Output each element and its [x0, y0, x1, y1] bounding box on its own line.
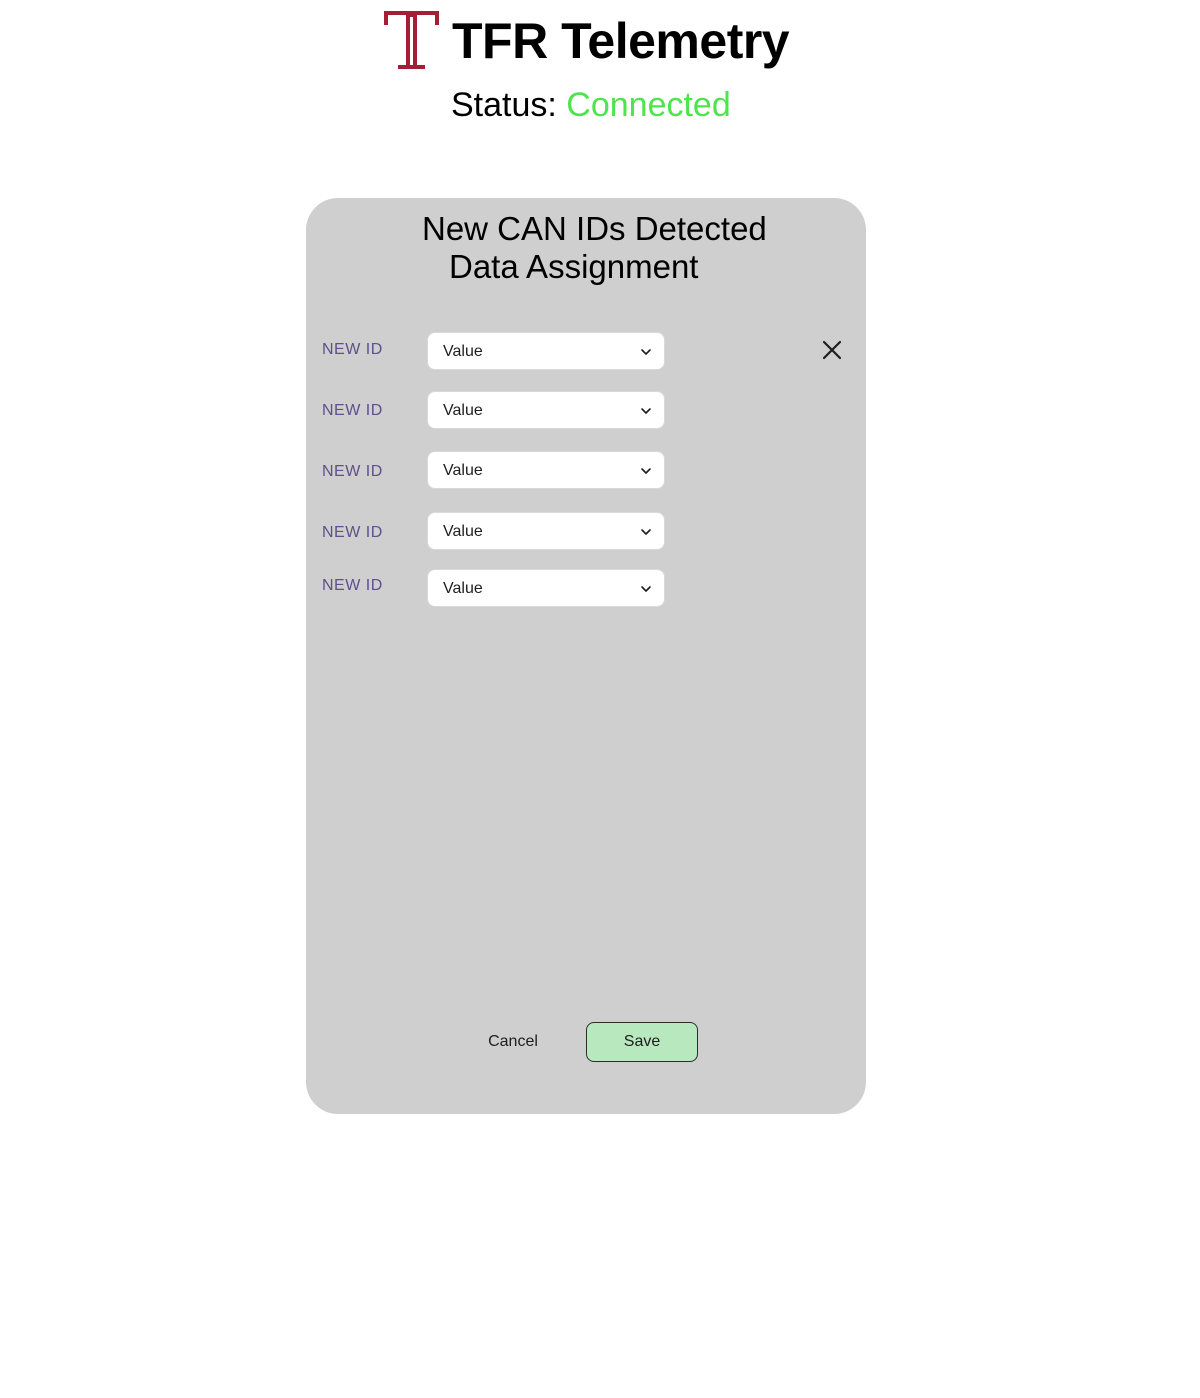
- app-title: TFR Telemetry: [452, 13, 790, 69]
- chevron-down-icon: [641, 408, 651, 414]
- status-label: Status:: [451, 86, 557, 124]
- id-row: NEW ID Value: [306, 391, 866, 431]
- value-select[interactable]: Value: [427, 512, 665, 550]
- header: TFR Telemetry Status: Connected: [0, 0, 1200, 140]
- value-select[interactable]: Value: [427, 451, 665, 489]
- id-row: NEW ID Value: [306, 451, 866, 491]
- value-select[interactable]: Value: [427, 391, 665, 429]
- can-id-assignment-dialog: New CAN IDs Detected Data Assignment NEW…: [306, 198, 866, 1114]
- dialog-title-line-2: Data Assignment: [449, 248, 699, 285]
- chevron-down-icon: [641, 529, 651, 535]
- id-label: NEW ID: [322, 463, 383, 480]
- id-label: NEW ID: [322, 524, 383, 541]
- status-value: Connected: [566, 86, 731, 124]
- save-button[interactable]: Save: [586, 1022, 698, 1062]
- id-row: NEW ID Value: [306, 512, 866, 552]
- id-row: NEW ID Value: [306, 332, 866, 372]
- select-value: Value: [443, 343, 483, 360]
- value-select[interactable]: Value: [427, 569, 665, 607]
- select-value: Value: [443, 580, 483, 597]
- cancel-button[interactable]: Cancel: [468, 1024, 558, 1060]
- id-label: NEW ID: [322, 577, 383, 594]
- temple-t-logo-icon: [384, 11, 439, 69]
- chevron-down-icon: [641, 468, 651, 474]
- id-label: NEW ID: [322, 402, 383, 419]
- select-value: Value: [443, 462, 483, 479]
- dialog-title-line-1: New CAN IDs Detected: [422, 210, 767, 247]
- select-value: Value: [443, 402, 483, 419]
- select-value: Value: [443, 523, 483, 540]
- id-label: NEW ID: [322, 341, 383, 358]
- chevron-down-icon: [641, 349, 651, 355]
- chevron-down-icon: [641, 586, 651, 592]
- connection-status: Status: Connected: [451, 83, 731, 127]
- value-select[interactable]: Value: [427, 332, 665, 370]
- id-row: NEW ID Value: [306, 569, 866, 609]
